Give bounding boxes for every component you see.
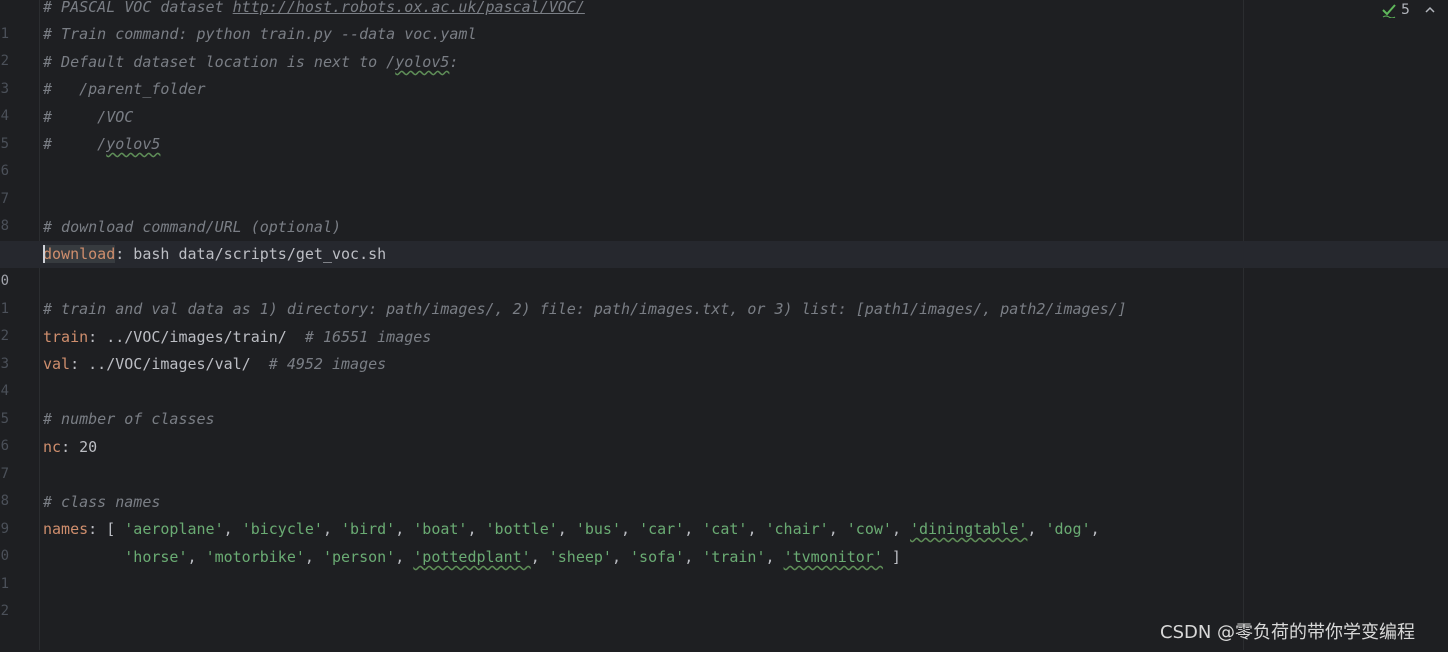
code-line-11[interactable]: 1 (0, 269, 1448, 317)
code-line-19[interactable]: 9 # class names (0, 489, 1448, 537)
separator: , (684, 548, 703, 566)
separator: , (747, 520, 766, 538)
code-line-1[interactable]: 1 # PASCAL VOC dataset http://host.robot… (0, 0, 1448, 42)
comment-text: : (449, 53, 459, 71)
class-name-string: 'train' (702, 548, 766, 566)
comment-text: # /VOC (43, 108, 134, 126)
yaml-key: train (43, 328, 89, 346)
class-name-string: 'bird' (341, 520, 396, 538)
comment-text: # download command/URL (optional) (43, 218, 342, 236)
separator: , (530, 548, 549, 566)
chevron-up-icon[interactable] (1424, 4, 1436, 16)
yaml-key: val (43, 355, 71, 373)
line-number: 2 (0, 603, 9, 619)
yaml-key: download (43, 245, 116, 263)
class-name-string: 'person' (322, 548, 396, 566)
class-name-string: 'aeroplane' (124, 520, 224, 538)
code-line-10-current[interactable]: 0 download: bash data/scripts/get_voc.sh (0, 241, 1448, 289)
class-name-string: 'dog' (1045, 520, 1091, 538)
watermark: CSDN @零负荷的带你学变编程 (1160, 622, 1416, 643)
class-name-string: 'sofa' (630, 548, 685, 566)
separator: , (1027, 520, 1046, 538)
class-name-string: 'cow' (846, 520, 892, 538)
code-line-4[interactable]: 4 # /parent_folder (0, 76, 1448, 124)
class-name-string: 'bicycle' (241, 520, 323, 538)
comment-text: # 16551 images (304, 328, 432, 346)
code-line-12[interactable]: 2 # train and val data as 1) directory: … (0, 296, 1448, 344)
code-line-17[interactable]: 7 nc: 20 (0, 434, 1448, 482)
yaml-value: : 20 (61, 438, 98, 456)
yaml-value: ] (882, 548, 901, 566)
comment-text: # number of classes (43, 410, 215, 428)
code-line-5[interactable]: 5 # /VOC (0, 104, 1448, 152)
class-name-string: 'horse' (124, 548, 188, 566)
code-line-7[interactable]: 7 (0, 159, 1448, 207)
separator: , (467, 520, 486, 538)
class-name-string: 'pottedplant' (413, 548, 531, 566)
check-icon (1381, 2, 1397, 18)
comment-text: # 4952 images (268, 355, 387, 373)
comment-text: # / (43, 135, 107, 153)
separator: , (684, 520, 703, 538)
inspection-widget[interactable]: 5 (1381, 0, 1436, 20)
comment-text: # Train command: python train.py --data … (43, 25, 477, 43)
code-line-16[interactable]: 6 # number of classes (0, 406, 1448, 454)
code-line-14[interactable]: 4 val: ../VOC/images/val/ # 4952 images (0, 351, 1448, 399)
separator: , (557, 520, 576, 538)
yaml-value: : bash data/scripts/get_voc.sh (115, 245, 387, 263)
comment-text: # /parent_folder (43, 80, 206, 98)
separator: , (621, 520, 640, 538)
class-name-string: 'tvmonitor' (783, 548, 883, 566)
code-editor[interactable]: 1 # PASCAL VOC dataset http://host.robot… (0, 0, 1448, 650)
separator: , (322, 520, 342, 538)
yaml-value: : ../VOC/images/train/ (88, 328, 305, 346)
class-name-string: 'chair' (765, 520, 829, 538)
class-name-string: 'sheep' (548, 548, 612, 566)
class-name-string: 'motorbike' (205, 548, 305, 566)
spelling-warning-word[interactable]: yolov5 (395, 53, 449, 71)
separator: , (891, 520, 910, 538)
code-line-3[interactable]: 3 # Default dataset location is next to … (0, 49, 1448, 97)
code-line-6[interactable]: 6 # /yolov5 (0, 131, 1448, 179)
separator: , (304, 548, 323, 566)
comment-text: # class names (43, 493, 161, 511)
separator: , (223, 520, 242, 538)
code-line-13[interactable]: 3 train: ../VOC/images/train/ # 16551 im… (0, 324, 1448, 372)
class-name-string: 'car' (639, 520, 685, 538)
class-name-string: 'diningtable' (910, 520, 1028, 538)
yaml-value: : [ (88, 520, 125, 538)
separator: , (187, 548, 206, 566)
class-name-string: 'bus' (575, 520, 621, 538)
code-line-15[interactable]: 5 (0, 379, 1448, 427)
spelling-warning-word[interactable]: yolov5 (106, 135, 160, 153)
code-line-8[interactable]: 8 (0, 186, 1448, 234)
yaml-value: : ../VOC/images/val/ (70, 355, 269, 373)
class-names-row-1: 'aeroplane', 'bicycle', 'bird', 'boat', … (124, 520, 1099, 538)
code-line-2[interactable]: 2 # Train command: python train.py --dat… (0, 21, 1448, 69)
text-caret (43, 244, 45, 263)
separator: , (765, 548, 784, 566)
dataset-url-link[interactable]: http://host.robots.ox.ac.uk/pascal/VOC/ (233, 0, 585, 16)
separator: , (611, 548, 631, 566)
code-line-20[interactable]: 0 names: [ 'aeroplane', 'bicycle', 'bird… (0, 516, 1448, 564)
code-line-9[interactable]: 9 # download command/URL (optional) (0, 214, 1448, 262)
yaml-key: nc (43, 438, 62, 456)
code-line-21[interactable]: 1 'horse', 'motorbike', 'person', 'potte… (0, 544, 1448, 592)
separator: , (395, 548, 414, 566)
yaml-key: names (43, 520, 89, 538)
separator: , (1090, 520, 1100, 538)
class-name-string: 'bottle' (485, 520, 558, 538)
class-names-row-2: 'horse', 'motorbike', 'person', 'pottedp… (124, 548, 883, 566)
separator: , (395, 520, 414, 538)
comment-text: # Default dataset location is next to / (43, 53, 396, 71)
separator: , (828, 520, 847, 538)
inspection-count: 5 (1401, 2, 1410, 18)
comment-text: # train and val data as 1) directory: pa… (43, 300, 1127, 318)
code-line-18[interactable]: 8 (0, 461, 1448, 509)
class-name-string: 'cat' (702, 520, 748, 538)
code-line-22[interactable]: 2 (0, 571, 1448, 619)
class-name-string: 'boat' (413, 520, 468, 538)
comment-text: # PASCAL VOC dataset (43, 0, 233, 16)
